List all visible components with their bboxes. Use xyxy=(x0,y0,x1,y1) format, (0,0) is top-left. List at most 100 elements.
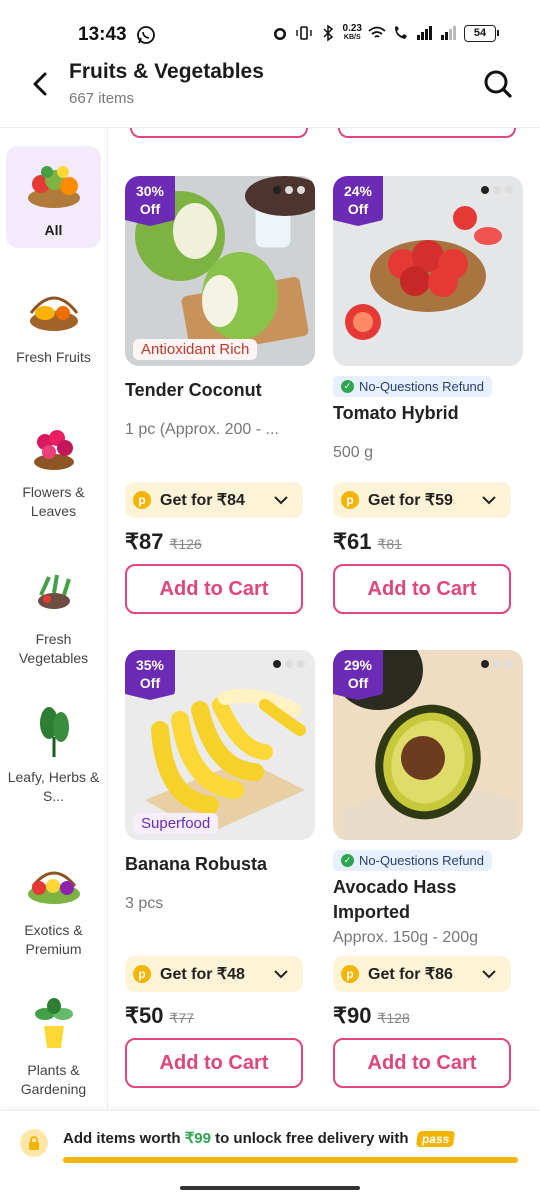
discount-badge: 30% Off xyxy=(125,176,175,226)
pass-price-label: Get for ₹84 xyxy=(160,492,245,509)
product-tag: Antioxidant Rich xyxy=(133,339,258,360)
bluetooth-icon xyxy=(323,24,333,42)
product-image[interactable]: 35% Off Superfood xyxy=(125,650,315,840)
app-header: Fruits & Vegetables 667 items xyxy=(0,56,540,128)
product-card[interactable]: 24% Off ✓ No-Questions Refund Tomato Hybri… xyxy=(333,176,523,616)
product-card[interactable]: 30% Off Antioxidant Rich Tender Coconut 1… xyxy=(125,176,315,616)
free-delivery-text: Add items worth ₹99 to unlock free deliv… xyxy=(63,1129,456,1147)
sidebar-item-leafy-herbs[interactable]: Leafy, Herbs & S... xyxy=(6,703,101,806)
add-to-cart-button[interactable]: Add to Cart xyxy=(333,1038,511,1088)
price-row: ₹87 ₹126 xyxy=(125,529,202,555)
search-icon xyxy=(484,70,512,98)
status-icons: 0.23 KB/S 54 xyxy=(271,23,499,42)
selling-price: ₹50 xyxy=(125,1003,164,1028)
whatsapp-icon xyxy=(137,26,155,44)
alarm-icon xyxy=(273,28,286,40)
pass-logo-icon: p xyxy=(133,491,151,509)
progress-fill xyxy=(63,1157,518,1163)
pass-price-label: Get for ₹59 xyxy=(368,492,453,509)
pass-price-dropdown[interactable]: p Get for ₹86 xyxy=(333,956,511,992)
product-name: Tender Coconut xyxy=(125,380,262,400)
product-image[interactable]: 29% Off xyxy=(333,650,523,840)
add-to-cart-button[interactable]: Add to Cart xyxy=(125,1038,303,1088)
product-card[interactable]: 35% Off Superfood Banana Robusta 3 pcs p … xyxy=(125,650,315,1090)
spinach-icon xyxy=(39,707,69,757)
previous-add-to-cart-button[interactable] xyxy=(130,128,308,138)
image-carousel-dots xyxy=(273,186,305,194)
fruits-basket-icon xyxy=(29,296,78,331)
free-delivery-banner[interactable]: Add items worth ₹99 to unlock free deliv… xyxy=(0,1110,540,1176)
image-carousel-dots xyxy=(481,186,513,194)
back-button[interactable] xyxy=(24,68,56,100)
status-time: 13:43 xyxy=(78,24,127,45)
volte-call-icon xyxy=(395,26,407,39)
price-row: ₹61 ₹81 xyxy=(333,529,402,555)
image-carousel-dots xyxy=(273,660,305,668)
search-button[interactable] xyxy=(480,66,516,102)
network-rate: 0.23 KB/S xyxy=(342,23,362,42)
sidebar-item-label: Fresh Fruits xyxy=(16,349,91,365)
vibrate-icon xyxy=(295,26,312,40)
sidebar-item-label: Exotics & Premium xyxy=(24,922,83,957)
selling-price: ₹90 xyxy=(333,1003,372,1028)
previous-add-to-cart-button[interactable] xyxy=(338,128,516,138)
add-to-cart-button[interactable]: Add to Cart xyxy=(333,564,511,614)
product-grid: 30% Off Antioxidant Rich Tender Coconut 1… xyxy=(108,128,540,1110)
check-icon: ✓ xyxy=(341,380,354,393)
signal-2-icon xyxy=(441,26,456,40)
product-quantity: Approx. 150g - 200g xyxy=(333,929,478,946)
chevron-down-icon xyxy=(482,970,496,979)
potted-plant-icon xyxy=(34,998,73,1048)
flower-basket-icon xyxy=(33,430,74,470)
pass-price-dropdown[interactable]: p Get for ₹84 xyxy=(125,482,303,518)
check-icon: ✓ xyxy=(341,854,354,867)
pass-price-dropdown[interactable]: p Get for ₹59 xyxy=(333,482,511,518)
discount-badge: 35% Off xyxy=(125,650,175,700)
pass-price-label: Get for ₹86 xyxy=(368,966,453,983)
pass-logo: pass xyxy=(415,1131,456,1147)
chevron-down-icon xyxy=(482,496,496,505)
product-image[interactable]: 24% Off xyxy=(333,176,523,366)
mrp-price: ₹77 xyxy=(169,1010,194,1026)
pass-price-dropdown[interactable]: p Get for ₹48 xyxy=(125,956,303,992)
chevron-down-icon xyxy=(274,970,288,979)
pass-logo-icon: p xyxy=(341,965,359,983)
threshold-amount: ₹99 xyxy=(184,1130,211,1147)
sidebar-item-flowers-leaves[interactable]: Flowers & Leaves xyxy=(6,418,101,521)
sidebar-item-exotics-premium[interactable]: Exotics & Premium xyxy=(6,856,101,959)
chevron-down-icon xyxy=(274,496,288,505)
sidebar-item-label: Leafy, Herbs & S... xyxy=(7,769,100,804)
signal-icon xyxy=(417,26,432,40)
discount-badge: 29% Off xyxy=(333,650,383,700)
category-sidebar: All Fresh Fruits Flowers & Leaves Fresh … xyxy=(0,128,108,1110)
sidebar-item-plants-gardening[interactable]: Plants & Gardening xyxy=(6,996,101,1099)
vegetables-icon xyxy=(37,574,71,609)
discount-badge: 24% Off xyxy=(333,176,383,226)
wifi-icon xyxy=(368,26,386,38)
price-row: ₹90 ₹128 xyxy=(333,1003,410,1029)
sidebar-item-label: All xyxy=(44,222,63,238)
pass-logo-icon: p xyxy=(341,491,359,509)
product-quantity: 1 pc (Approx. 200 - ... xyxy=(125,421,279,438)
product-card[interactable]: 29% Off ✓ No-Questions Refund Avocado Hass… xyxy=(333,650,523,1090)
selling-price: ₹87 xyxy=(125,529,164,554)
system-nav-bar xyxy=(0,1176,540,1200)
delivery-progress-bar xyxy=(63,1157,518,1163)
pass-price-label: Get for ₹48 xyxy=(160,966,245,983)
item-count: 667 items xyxy=(69,90,135,107)
refund-badge: ✓ No-Questions Refund xyxy=(333,850,493,871)
status-bar: 13:43 0.23 KB/S 54 xyxy=(0,0,540,56)
product-image[interactable]: 30% Off Antioxidant Rich xyxy=(125,176,315,366)
price-row: ₹50 ₹77 xyxy=(125,1003,194,1029)
home-gesture-handle[interactable] xyxy=(180,1186,360,1190)
add-to-cart-button[interactable]: Add to Cart xyxy=(125,564,303,614)
exotics-basket-icon xyxy=(27,871,80,904)
product-name: Banana Robusta xyxy=(125,854,268,874)
lock-icon xyxy=(20,1129,48,1157)
sidebar-item-fresh-fruits[interactable]: Fresh Fruits xyxy=(6,283,101,367)
sidebar-item-all[interactable]: All xyxy=(6,146,101,248)
sidebar-item-fresh-vegetables[interactable]: Fresh Vegetables xyxy=(6,565,101,668)
mrp-price: ₹126 xyxy=(169,536,202,552)
page-title: Fruits & Vegetables xyxy=(69,60,264,83)
sidebar-item-label: Flowers & Leaves xyxy=(22,484,85,519)
